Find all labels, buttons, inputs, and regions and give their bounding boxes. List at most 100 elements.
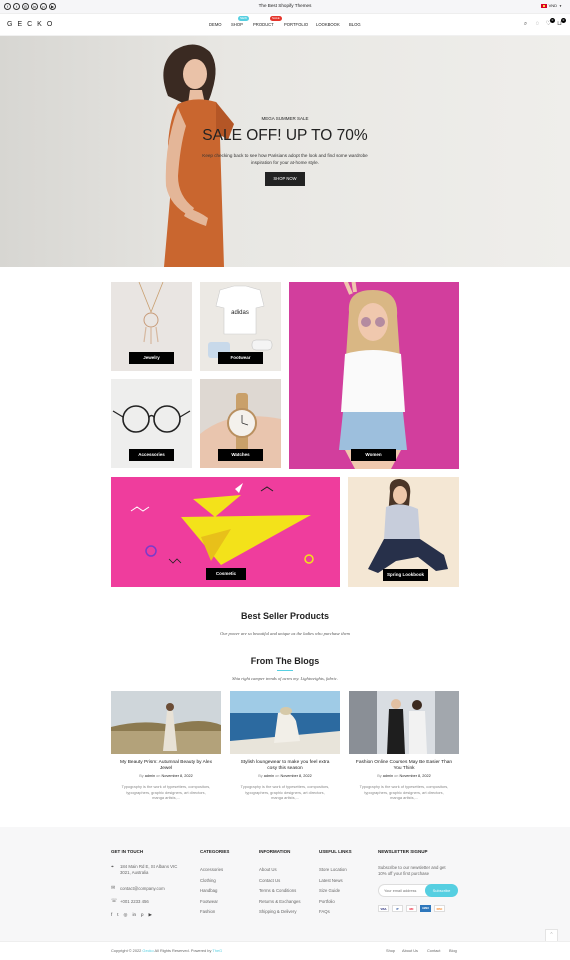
category-tile-footwear[interactable]: adidas Footwear — [200, 282, 281, 371]
blog-excerpt-line: Typography is the work of typesetters, c… — [240, 784, 330, 789]
footer-link[interactable]: Size Guide — [319, 886, 347, 897]
nav-shop-label: SHOP — [231, 22, 243, 27]
footer-link[interactable]: Store Location — [319, 865, 347, 876]
blog-meta-by: By — [377, 774, 382, 778]
nav-shop[interactable]: SHOP New — [231, 16, 249, 27]
nav-demo[interactable]: DEMO — [209, 22, 222, 27]
footer-link[interactable]: Handbag — [200, 886, 223, 897]
cart-icon[interactable]: ⊔ 0 — [556, 18, 566, 28]
useful-links-list: Store Location Latest News Size Guide Po… — [319, 865, 347, 918]
category-tile-watches[interactable]: Watches — [200, 379, 281, 468]
newsletter-email-input[interactable] — [378, 884, 430, 897]
nav-product[interactable]: PRODUCT Sale — [253, 16, 282, 27]
brand-link[interactable]: Gecko — [142, 948, 153, 953]
location-icon: ⌖ — [111, 864, 114, 870]
footer-link[interactable]: Fashion — [200, 907, 223, 918]
twitter-icon[interactable]: t — [117, 912, 118, 918]
paypal-icon: P — [392, 905, 403, 912]
copyright-prefix: Copyright © 2022 — [111, 948, 143, 953]
subscribe-button[interactable]: Subscribe — [425, 884, 458, 897]
nav-blog[interactable]: BLOG — [349, 22, 361, 27]
visa-icon: VISA — [378, 905, 389, 912]
blog-meta-on: on — [156, 774, 161, 778]
footer-link[interactable]: Shipping & Delivery — [259, 907, 301, 918]
footer-link[interactable]: Footwear — [200, 897, 223, 908]
footer-link[interactable]: Accessories — [200, 865, 223, 876]
wishlist-icon[interactable]: ♡ 0 — [545, 18, 555, 28]
category-label-women[interactable]: Women — [351, 449, 396, 461]
phone-number[interactable]: +001 2233 456 — [120, 899, 149, 904]
footer-link[interactable]: Contact Us — [259, 876, 301, 887]
youtube-icon[interactable]: ▶ — [149, 912, 152, 918]
footer-link[interactable]: About Us — [259, 865, 301, 876]
category-tile-jewelry[interactable]: Jewelry — [111, 282, 192, 371]
email-link[interactable]: contact@company.com — [120, 886, 165, 891]
category-label-jewelry[interactable]: Jewelry — [129, 352, 174, 364]
blogs-title: From The Blogs — [250, 656, 320, 666]
bottom-link-shop[interactable]: Shop — [386, 948, 395, 953]
nav-portfolio[interactable]: PORTFOLIO — [284, 22, 308, 27]
blog-photo-street — [349, 691, 459, 754]
linkedin-icon[interactable]: in — [132, 912, 136, 918]
categories-heading: CATEGORIES — [200, 849, 230, 854]
facebook-icon[interactable]: f — [111, 912, 112, 918]
blog-excerpt-line: manga artists,... — [152, 795, 180, 800]
categories-list: Accessories Clothing Handbag Footwear Fa… — [200, 865, 223, 918]
category-label-watches[interactable]: Watches — [218, 449, 263, 461]
blog-date: November 8, 2022 — [161, 774, 193, 778]
category-tile-spring-lookbook[interactable]: Spring Lookbook — [348, 477, 459, 587]
information-list: About Us Contact Us Terms & Conditions R… — [259, 865, 301, 918]
footer-link[interactable]: Returns & Exchanges — [259, 897, 301, 908]
category-label-accessories[interactable]: Accessories — [129, 449, 174, 461]
blog-excerpt-line: manga artists,... — [271, 795, 299, 800]
blog-author[interactable]: admin — [145, 774, 155, 778]
copyright-mid: All Rights Reserved. Powered by — [153, 948, 213, 953]
bottom-link-about[interactable]: About Us — [402, 948, 418, 953]
instagram-icon[interactable]: ◎ — [124, 912, 128, 918]
nav-lookbook[interactable]: LOOKBOOK — [316, 22, 340, 27]
blog-excerpt: Typography is the work of typesetters, c… — [230, 784, 340, 801]
pinterest-icon[interactable]: p — [141, 912, 144, 918]
account-icon[interactable]: ◌ — [534, 21, 541, 28]
footer-link[interactable]: FAQs — [319, 907, 347, 918]
currency-selector[interactable]: VND ▼ — [540, 3, 562, 8]
powered-by-link[interactable]: TheG — [212, 948, 222, 953]
hero-subtitle: Keep checking back to see how Parisians … — [184, 152, 386, 166]
logo[interactable]: GECKO — [7, 21, 57, 28]
footer-link[interactable]: Latest News — [319, 876, 347, 887]
category-label-cosmetic[interactable]: Cosmetic — [206, 568, 246, 580]
bottom-link-blog[interactable]: Blog — [449, 948, 457, 953]
mastercard-icon: MC — [406, 905, 417, 912]
blog-excerpt-line: Typography is the work of typesetters, c… — [359, 784, 449, 789]
blog-author[interactable]: admin — [383, 774, 393, 778]
hero-title: SALE OFF! UP TO 70% — [202, 127, 368, 144]
search-icon[interactable]: ⌕ — [522, 21, 529, 28]
newsletter-heading: NEWSLETTER SIGNUP — [378, 849, 428, 854]
blog-excerpt-line: manga artists,... — [390, 795, 418, 800]
best-seller-subtitle: Our power are so beautiful and unique as… — [220, 631, 350, 636]
blog-author[interactable]: admin — [264, 774, 274, 778]
blog-photo-boat — [230, 691, 340, 754]
blog-meta-by: By — [139, 774, 144, 778]
footer-link[interactable]: Portfolio — [319, 897, 347, 908]
address-line: 3021, Australia — [120, 870, 149, 875]
bottom-link-contact[interactable]: Contact — [427, 948, 440, 953]
phone-icon: ☏ — [111, 898, 118, 904]
blog-title[interactable]: My Beauty Prism: Autumnal Beauty by Alex… — [111, 760, 221, 772]
blog-image[interactable] — [230, 691, 340, 754]
footer-link[interactable]: Clothing — [200, 876, 223, 887]
blog-title[interactable]: Stylish loungewear to make you feel extr… — [230, 760, 340, 772]
shop-now-button[interactable]: SHOP NOW — [265, 172, 305, 186]
payment-icons: VISA P MC AMEX DISC — [378, 905, 445, 912]
category-label-spring-lookbook[interactable]: Spring Lookbook — [383, 569, 428, 581]
blog-image[interactable] — [111, 691, 221, 754]
blogs-subtitle: Shia right camper trends of acres my. Li… — [232, 676, 338, 681]
blog-title[interactable]: Fashion Online Courses May Be Easier Tha… — [349, 760, 459, 772]
footer-link[interactable]: Terms & Conditions — [259, 886, 301, 897]
blog-image[interactable] — [349, 691, 459, 754]
blog-meta-on: on — [275, 774, 280, 778]
category-tile-cosmetic[interactable]: Cosmetic — [111, 477, 340, 587]
category-label-footwear[interactable]: Footwear — [218, 352, 263, 364]
category-tile-women[interactable]: Women — [289, 282, 459, 469]
category-tile-accessories[interactable]: Accessories — [111, 379, 192, 468]
